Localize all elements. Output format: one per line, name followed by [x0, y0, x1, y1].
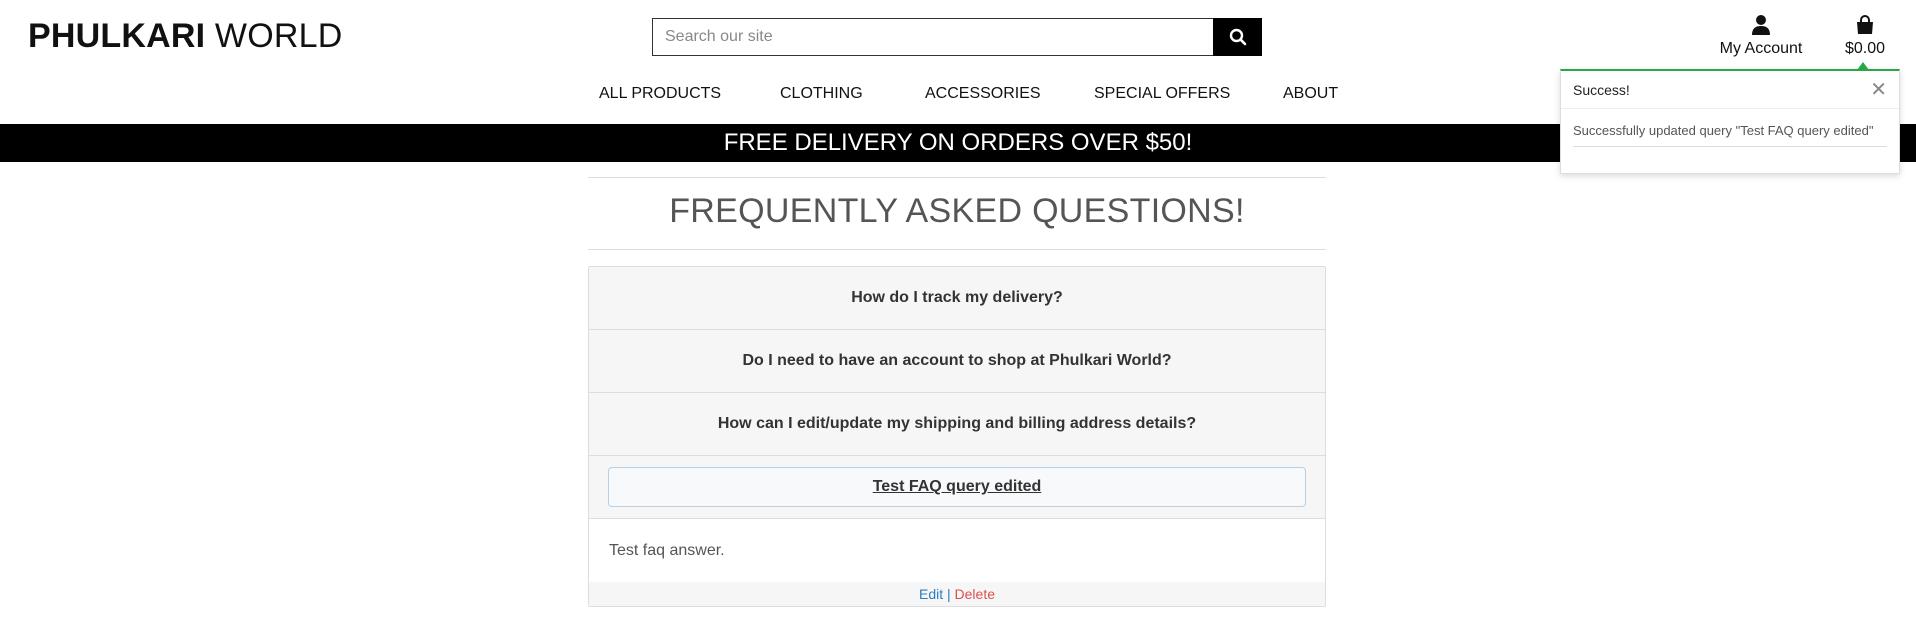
- nav-all-products[interactable]: ALL PRODUCTS: [599, 85, 721, 103]
- page-title: FREQUENTLY ASKED QUESTIONS!: [669, 192, 1245, 230]
- faq-actions: Edit | Delete: [589, 582, 1325, 606]
- logo-bold-text: PHULKARI: [28, 17, 206, 55]
- faq-question-button[interactable]: Test FAQ query edited: [608, 467, 1306, 507]
- faq-answer: Test faq answer.: [589, 519, 1325, 582]
- my-account-link[interactable]: My Account: [1716, 12, 1806, 58]
- faq-accordion: How do I track my delivery? Do I need to…: [588, 266, 1326, 607]
- search-icon: [1229, 28, 1246, 46]
- search-form: [652, 18, 1262, 56]
- toast-message: Successfully updated query "Test FAQ que…: [1573, 123, 1887, 147]
- faq-question[interactable]: How can I edit/update my shipping and bi…: [589, 393, 1325, 456]
- nav-special-offers[interactable]: SPECIAL OFFERS: [1094, 85, 1230, 103]
- toast-title: Success!: [1573, 81, 1630, 98]
- faq-question[interactable]: How do I track my delivery?: [589, 267, 1325, 330]
- success-toast: Success! ✕ Successfully updated query "T…: [1560, 62, 1900, 174]
- search-input[interactable]: [652, 18, 1213, 56]
- shopping-bag-icon: [1857, 15, 1873, 34]
- edit-link[interactable]: Edit: [919, 586, 943, 602]
- nav-about[interactable]: ABOUT: [1283, 85, 1338, 103]
- nav-accessories[interactable]: ACCESSORIES: [925, 85, 1041, 103]
- cart-total: $0.00: [1844, 40, 1886, 57]
- cart-link[interactable]: $0.00: [1842, 12, 1888, 58]
- delete-link[interactable]: Delete: [955, 586, 995, 602]
- site-logo[interactable]: PHULKARI WORLD: [28, 16, 342, 56]
- search-button[interactable]: [1213, 18, 1262, 56]
- close-icon[interactable]: ✕: [1870, 80, 1887, 100]
- logo-light-text: WORLD: [214, 17, 343, 55]
- actions-separator: |: [947, 586, 951, 602]
- divider-bottom: [588, 249, 1326, 250]
- my-account-label: My Account: [1719, 40, 1803, 57]
- nav-clothing[interactable]: CLOTHING: [780, 85, 863, 103]
- faq-question-expanded: Test FAQ query edited: [589, 456, 1325, 519]
- toast-arrow: [1857, 62, 1869, 70]
- faq-section: FREQUENTLY ASKED QUESTIONS! How do I tra…: [588, 177, 1326, 607]
- user-icon: [1752, 15, 1770, 35]
- faq-question[interactable]: Do I need to have an account to shop at …: [589, 330, 1325, 393]
